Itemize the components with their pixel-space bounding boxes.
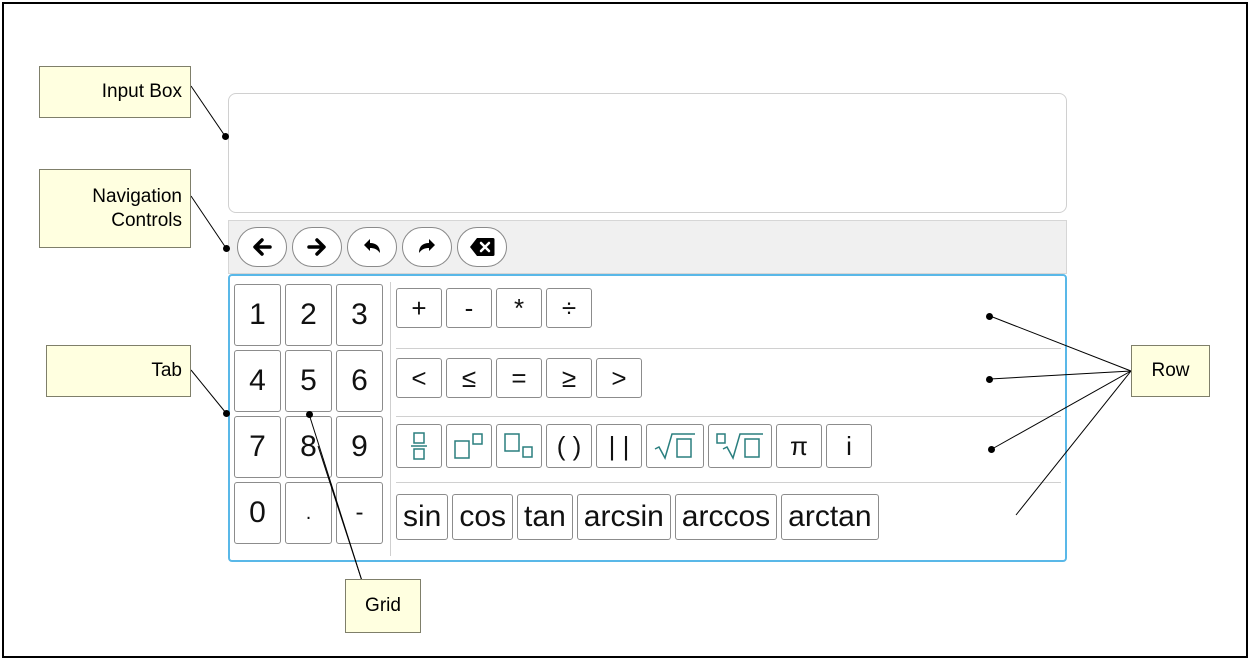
arrow-left-button[interactable] <box>237 227 287 267</box>
key-0[interactable]: 0 <box>234 482 281 544</box>
key-parentheses[interactable]: ( ) <box>546 424 592 468</box>
key-4[interactable]: 4 <box>234 350 281 412</box>
undo-button[interactable] <box>347 227 397 267</box>
key-greater-equal[interactable]: ≥ <box>546 358 592 398</box>
callout-input-box-label: Input Box <box>101 81 182 103</box>
row-separator <box>396 348 1061 349</box>
row-functions: sin cos tan arcsin arccos arctan <box>396 494 1061 540</box>
row-comparisons: < ≤ = ≥ > <box>396 358 1061 398</box>
key-plus[interactable]: + <box>396 288 442 328</box>
key-arccos[interactable]: arccos <box>674 494 778 540</box>
key-divide[interactable]: ÷ <box>546 288 592 328</box>
callout-navigation-line2: Controls <box>111 209 182 231</box>
key-7[interactable]: 7 <box>234 416 281 478</box>
backspace-icon <box>470 238 495 256</box>
row-structures: ( ) | | π i <box>396 424 1061 468</box>
key-cos[interactable]: cos <box>452 494 514 540</box>
callout-grid-label: Grid <box>365 595 401 617</box>
key-negative[interactable]: - <box>336 482 383 544</box>
arrow-left-icon <box>253 238 272 256</box>
key-less-equal[interactable]: ≤ <box>446 358 492 398</box>
keyboard-tab: 1 2 3 4 5 6 7 8 9 0 . - + - * ÷ < ≤ = ≥ … <box>228 274 1067 562</box>
callout-row: Row <box>1131 345 1210 397</box>
square-root-icon <box>654 433 695 460</box>
row-separator <box>396 416 1061 417</box>
key-absolute-value[interactable]: | | <box>596 424 642 468</box>
callout-navigation-controls: Navigation Controls <box>39 169 191 248</box>
callout-dot <box>222 133 229 140</box>
redo-icon <box>419 239 435 253</box>
callout-dot <box>223 245 230 252</box>
key-fraction[interactable] <box>396 424 442 468</box>
key-square-root[interactable] <box>646 424 704 468</box>
key-subscript[interactable] <box>496 424 542 468</box>
row-operators: + - * ÷ <box>396 288 1061 328</box>
arrow-right-icon <box>307 238 326 256</box>
callout-tab-label: Tab <box>151 360 182 382</box>
key-2[interactable]: 2 <box>285 284 332 346</box>
key-3[interactable]: 3 <box>336 284 383 346</box>
key-decimal[interactable]: . <box>285 482 332 544</box>
nth-root-icon <box>716 433 763 460</box>
row-separator <box>396 482 1061 483</box>
key-greater-than[interactable]: > <box>596 358 642 398</box>
callout-dot <box>988 446 995 453</box>
key-minus[interactable]: - <box>446 288 492 328</box>
undo-icon <box>364 239 380 253</box>
redo-button[interactable] <box>402 227 452 267</box>
arrow-right-button[interactable] <box>292 227 342 267</box>
callout-tab: Tab <box>46 345 191 397</box>
callout-navigation-line1: Navigation <box>92 185 182 207</box>
superscript-icon <box>454 433 483 459</box>
callout-input-box: Input Box <box>39 66 191 118</box>
key-pi[interactable]: π <box>776 424 822 468</box>
key-9[interactable]: 9 <box>336 416 383 478</box>
fraction-icon <box>411 432 427 460</box>
callout-dot <box>223 410 230 417</box>
navigation-controls <box>228 220 1067 274</box>
key-sin[interactable]: sin <box>396 494 449 540</box>
key-5[interactable]: 5 <box>285 350 332 412</box>
key-1[interactable]: 1 <box>234 284 281 346</box>
key-superscript[interactable] <box>446 424 492 468</box>
callout-dot <box>306 411 313 418</box>
key-tan[interactable]: tan <box>517 494 573 540</box>
callout-navigation-label: Navigation Controls <box>92 185 182 233</box>
callout-row-label: Row <box>1151 360 1190 382</box>
key-nth-root[interactable] <box>708 424 772 468</box>
backspace-button[interactable] <box>457 227 507 267</box>
key-equals[interactable]: = <box>496 358 542 398</box>
key-imaginary-i[interactable]: i <box>826 424 872 468</box>
key-6[interactable]: 6 <box>336 350 383 412</box>
grid-divider <box>390 282 391 556</box>
callout-dot <box>986 376 993 383</box>
key-8[interactable]: 8 <box>285 416 332 478</box>
key-multiply[interactable]: * <box>496 288 542 328</box>
callout-grid: Grid <box>345 579 421 633</box>
key-less-than[interactable]: < <box>396 358 442 398</box>
callout-dot <box>986 313 993 320</box>
subscript-icon <box>504 433 533 458</box>
input-box[interactable] <box>228 93 1067 213</box>
key-arctan[interactable]: arctan <box>781 494 879 540</box>
key-arcsin[interactable]: arcsin <box>576 494 671 540</box>
